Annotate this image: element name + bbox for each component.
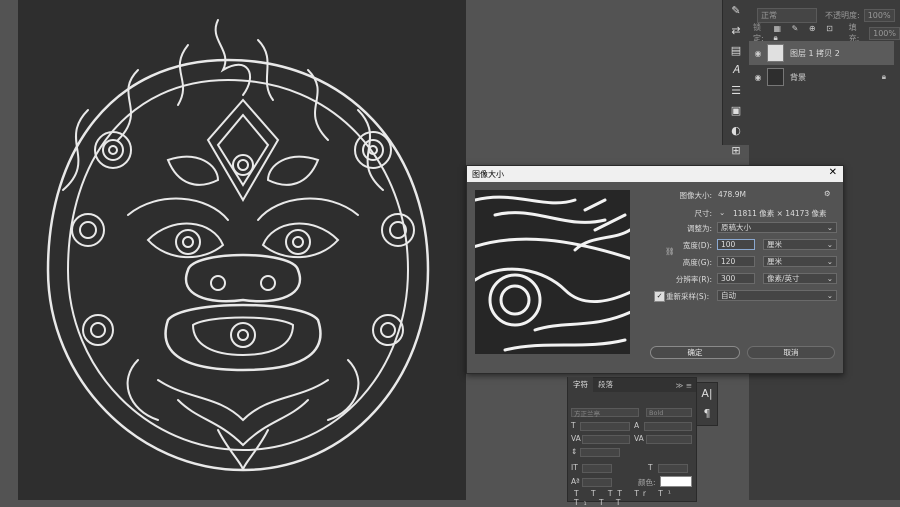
preview-artwork (475, 195, 630, 352)
text-color-swatch[interactable] (660, 476, 692, 487)
character-panel: 字符 段落 ≫ ≡ 方正兰亭 Bold T A VA VA ⇕ IT T Aª … (567, 377, 697, 507)
height-label: 高度(G): (682, 258, 712, 267)
dimensions-value: 11811 像素 × 14173 像素 (733, 209, 827, 218)
resample-label: 重新采样(S): (666, 292, 710, 301)
fit-to-select[interactable]: 原稿大小 ⌄ (717, 222, 837, 233)
layer-thumbnail (767, 68, 784, 86)
chevron-down-icon: ⌄ (826, 274, 833, 283)
dialog-titlebar: 图像大小 ✕ (467, 166, 843, 182)
panel-tool-strip: ✎ ⇄ ▤ 𝐴 ☰ ▣ ◐ ⊞ (722, 0, 749, 157)
image-icon[interactable]: ▣ (723, 100, 749, 120)
chevron-down-icon: ⌄ (826, 291, 833, 300)
resolution-unit: 像素/英寸 (767, 274, 800, 283)
image-preview[interactable] (475, 190, 630, 354)
resolution-unit-select[interactable]: 像素/英寸 ⌄ (763, 273, 837, 284)
fit-to-value: 原稿大小 (721, 223, 751, 232)
paragraph-icon[interactable]: ¶ (697, 403, 717, 423)
horizontal-scale-field[interactable] (658, 464, 688, 473)
height-unit: 厘米 (767, 257, 782, 266)
ok-button[interactable]: 确定 (650, 346, 740, 359)
color-icon[interactable]: ◐ (723, 120, 749, 140)
lock-icon: 🔒︎ (881, 72, 886, 81)
dialog-title: 图像大小 (472, 169, 504, 179)
leading-field[interactable] (644, 422, 692, 431)
image-size-dialog: 图像大小 ✕ 图像大小: 478.9M ⚙ 尺寸: ⌄ 11811 像素 × 1… (466, 165, 844, 374)
dimensions-label: 尺寸: (694, 209, 712, 218)
baseline-field[interactable] (582, 478, 612, 487)
opacity-label: 不透明度: (825, 10, 860, 20)
font-style-select[interactable]: Bold (646, 408, 692, 417)
document-canvas[interactable] (18, 0, 466, 500)
swatches-icon[interactable]: ⊞ (723, 140, 749, 160)
width-label: 宽度(D): (682, 241, 712, 250)
color-label: 颜色: (638, 478, 656, 487)
resample-value: 自动 (721, 291, 736, 300)
type-icon[interactable]: 𝐴 (723, 60, 749, 80)
artwork-lion-mask (46, 19, 430, 472)
cancel-button[interactable]: 取消 (747, 346, 835, 359)
font-size-icon: T (571, 421, 576, 430)
chevron-down-icon: ⌄ (826, 223, 833, 232)
width-input[interactable]: 100 (717, 239, 755, 250)
eye-icon[interactable]: ◉ (749, 73, 767, 82)
tracking-field[interactable] (646, 435, 692, 444)
layer-thumbnail (767, 44, 784, 62)
resolution-input[interactable]: 300 (717, 273, 755, 284)
layer-row-1[interactable]: ◉ 图层 1 拷贝 2 (749, 41, 894, 65)
chevron-down-icon: ⌄ (826, 240, 833, 249)
vertical-scale-field[interactable] (582, 464, 612, 473)
layer-row-2[interactable]: ◉ 背景 🔒︎ (749, 65, 894, 89)
chevron-down-icon[interactable]: ⌄ (719, 208, 725, 217)
height-unit-select[interactable]: 厘米 ⌄ (763, 256, 837, 267)
image-size-label: 图像大小: (679, 191, 712, 200)
opacity-value[interactable]: 100% (863, 8, 895, 22)
history-icon[interactable]: ▤ (723, 40, 749, 60)
leading-icon: A (634, 421, 640, 430)
fit-to-label: 调整为: (686, 224, 712, 233)
tab-character[interactable]: 字符 (568, 377, 593, 392)
resample-select[interactable]: 自动 ⌄ (717, 290, 837, 301)
chevron-down-icon: ⌄ (826, 257, 833, 266)
panel-menu-icon[interactable]: ≫ ≡ (671, 379, 696, 392)
resample-checkbox[interactable]: ✓ (654, 291, 665, 302)
layer-name: 图层 1 拷贝 2 (790, 48, 840, 58)
font-size-field[interactable] (580, 422, 630, 431)
eye-icon[interactable]: ◉ (749, 49, 767, 58)
image-size-value: 478.9M (718, 190, 746, 199)
close-icon[interactable]: ✕ (829, 167, 837, 178)
width-unit: 厘米 (767, 240, 782, 249)
horizontal-scale-icon: T (648, 463, 653, 472)
text-style-buttons[interactable]: T T TT Tr T¹ T₁ T T (574, 489, 696, 507)
gear-icon[interactable]: ⚙ (824, 189, 831, 198)
scale-field[interactable] (580, 448, 620, 457)
blend-mode-select[interactable]: 正常 (757, 7, 817, 23)
character-side-tools: A| ¶ (696, 382, 718, 426)
baseline-icon: Aª (571, 477, 580, 486)
height-input[interactable]: 120 (717, 256, 755, 267)
lock-icons[interactable]: ▦ ✎ ⊕ ⊡ 🔒︎ (774, 24, 843, 43)
brush-icon[interactable]: ✎ (723, 0, 749, 20)
kerning-field[interactable] (582, 435, 630, 444)
character-tabs: 字符 段落 ≫ ≡ (568, 377, 696, 392)
adjust-icon[interactable]: ⇄ (723, 20, 749, 40)
tab-paragraph[interactable]: 段落 (593, 377, 618, 392)
fill-value[interactable]: 100% (869, 26, 900, 40)
layer-name: 背景 (790, 72, 806, 82)
scale-icon: ⇕ (571, 447, 578, 456)
kerning-icon: VA (571, 434, 581, 443)
width-unit-select[interactable]: 厘米 ⌄ (763, 239, 837, 250)
vertical-scale-icon: IT (571, 463, 578, 472)
tracking-icon: VA (634, 434, 644, 443)
character-icon[interactable]: A| (697, 383, 717, 403)
font-family-select[interactable]: 方正兰亭 (571, 408, 639, 418)
properties-icon[interactable]: ☰ (723, 80, 749, 100)
resolution-label: 分辨率(R): (675, 275, 712, 284)
